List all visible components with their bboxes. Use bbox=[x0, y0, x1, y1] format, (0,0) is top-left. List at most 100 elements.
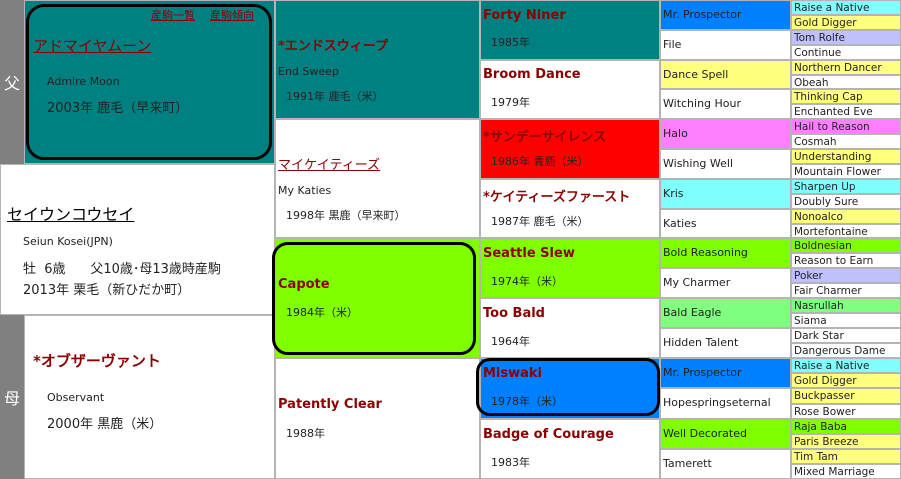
gen4-cell-4: Halo bbox=[660, 119, 791, 149]
gen5-name: Mortefontaine bbox=[794, 226, 868, 238]
gen3-name: Forty Niner bbox=[483, 8, 566, 23]
gen5-name: Raise a Native bbox=[794, 2, 870, 14]
gen4-name: Mr. Prospector bbox=[663, 366, 742, 379]
gen5-cell-9: Cosmah bbox=[791, 134, 901, 149]
gen4-cell-6: Kris bbox=[660, 179, 791, 209]
gen5-cell-14: Nonoalco bbox=[791, 209, 901, 224]
gen5-cell-25: Gold Digger bbox=[791, 373, 901, 388]
sire-side-label: 父 bbox=[0, 0, 24, 164]
gen4-cell-11: Hidden Talent bbox=[660, 328, 791, 358]
gen5-name: Raise a Native bbox=[794, 360, 870, 372]
dam-info: 2000年 黒鹿（米） bbox=[47, 417, 163, 432]
sire-cell: 産駒一覧 産駒傾向 アドマイヤムーン Admire Moon 2003年 鹿毛（… bbox=[24, 0, 275, 164]
gen4-name: Kris bbox=[663, 187, 684, 200]
gen3-info: 1979年 bbox=[491, 96, 530, 109]
gen3-cell-2: *サンデーサイレンス 1986年 青鹿（米） bbox=[480, 119, 660, 179]
gen5-cell-21: Siama bbox=[791, 313, 901, 328]
subject-cell: セイウンコウセイ Seiun Kosei(JPN) 牡 6歳 父10歳･母13歳… bbox=[0, 164, 275, 315]
gen5-name: Northern Dancer bbox=[794, 62, 882, 74]
gen2-info: 1998年 黒鹿（早来町） bbox=[286, 209, 406, 222]
gen5-cell-18: Poker bbox=[791, 268, 901, 283]
gen5-name: Tim Tam bbox=[794, 451, 838, 463]
gen3-info: 1974年（米） bbox=[491, 275, 563, 288]
gen4-name: Dance Spell bbox=[663, 68, 729, 81]
sire-links: 産駒一覧 産駒傾向 bbox=[151, 7, 254, 23]
gen3-info: 1987年 鹿毛（米） bbox=[491, 215, 589, 228]
dam-name-en: Observant bbox=[47, 391, 105, 404]
gen2-cell-2: Capote 1984年（米） bbox=[275, 238, 480, 358]
gen5-cell-10: Understanding bbox=[791, 149, 901, 164]
gen4-cell-13: Hopespringseternal bbox=[660, 388, 791, 419]
gen2-cell-1: マイケイティーズ My Katies 1998年 黒鹿（早来町） bbox=[275, 119, 480, 238]
dam-name: *オブザーヴァント bbox=[33, 352, 161, 370]
gen3-name: *ケイティーズファースト bbox=[483, 190, 631, 205]
gen3-name: Miswaki bbox=[483, 366, 543, 381]
gen4-name: File bbox=[663, 38, 682, 51]
gen2-info: 1984年（米） bbox=[286, 306, 358, 319]
gen3-info: 1983年 bbox=[491, 456, 530, 469]
gen5-cell-17: Reason to Earn bbox=[791, 253, 901, 268]
gen5-cell-1: Gold Digger bbox=[791, 15, 901, 30]
gen5-name: Paris Breeze bbox=[794, 436, 859, 448]
gen5-name: Nasrullah bbox=[794, 300, 844, 312]
gen5-name: Hail to Reason bbox=[794, 121, 870, 133]
gen3-name: Seattle Slew bbox=[483, 246, 575, 261]
gen4-name: Hidden Talent bbox=[663, 336, 739, 349]
gen5-cell-24: Raise a Native bbox=[791, 358, 901, 373]
gen5-cell-20: Nasrullah bbox=[791, 298, 901, 313]
gen5-name: Nonoalco bbox=[794, 211, 843, 223]
subject-line2: 2013年 栗毛（新ひだか町） bbox=[23, 283, 191, 298]
gen3-cell-7: Badge of Courage 1983年 bbox=[480, 419, 660, 479]
gen5-name: Understanding bbox=[794, 151, 872, 163]
gen5-name: Continue bbox=[794, 47, 842, 59]
gen5-cell-3: Continue bbox=[791, 45, 901, 60]
gen5-cell-16: Boldnesian bbox=[791, 238, 901, 253]
gen4-cell-7: Katies bbox=[660, 209, 791, 238]
gen4-name: Tamerett bbox=[663, 457, 712, 470]
gen5-cell-15: Mortefontaine bbox=[791, 224, 901, 238]
gen5-name: Thinking Cap bbox=[794, 91, 863, 103]
gen4-cell-8: Bold Reasoning bbox=[660, 238, 791, 268]
gen4-cell-1: File bbox=[660, 30, 791, 60]
gen5-name: Tom Rolfe bbox=[794, 32, 845, 44]
gen4-cell-5: Wishing Well bbox=[660, 149, 791, 179]
gen4-name: Well Decorated bbox=[663, 427, 747, 440]
gen2-name-en: End Sweep bbox=[278, 65, 339, 78]
subject-name-en: Seiun Kosei(JPN) bbox=[23, 235, 113, 248]
gen2-name: Capote bbox=[278, 277, 330, 292]
gen5-cell-23: Dangerous Dame bbox=[791, 343, 901, 358]
gen2-info: 1988年 bbox=[286, 427, 325, 440]
gen5-cell-30: Tim Tam bbox=[791, 449, 901, 464]
sire-info: 2003年 鹿毛（早来町） bbox=[47, 101, 189, 116]
gen3-info: 1985年 bbox=[491, 36, 530, 49]
gen5-name: Raja Baba bbox=[794, 421, 847, 433]
gen3-name: Too Bald bbox=[483, 306, 545, 321]
gen5-cell-22: Dark Star bbox=[791, 328, 901, 343]
gen4-cell-12: Mr. Prospector bbox=[660, 358, 791, 388]
gen3-info: 1978年（米） bbox=[491, 395, 563, 408]
gen4-name: Katies bbox=[663, 217, 697, 230]
offspring-trend-link[interactable]: 産駒傾向 bbox=[210, 9, 254, 22]
sire-name-link[interactable]: アドマイヤムーン bbox=[33, 35, 151, 56]
gen3-cell-4: Seattle Slew 1974年（米） bbox=[480, 238, 660, 298]
gen5-name: Rose Bower bbox=[794, 406, 856, 418]
gen2-cell-0: *エンドスウィープ End Sweep 1991年 鹿毛（米） bbox=[275, 0, 480, 119]
gen3-info: 1964年 bbox=[491, 335, 530, 348]
gen3-cell-0: Forty Niner 1985年 bbox=[480, 0, 660, 60]
gen5-name: Dangerous Dame bbox=[794, 345, 886, 357]
gen5-cell-26: Buckpasser bbox=[791, 388, 901, 404]
gen5-name: Gold Digger bbox=[794, 17, 857, 29]
gen5-cell-8: Hail to Reason bbox=[791, 119, 901, 134]
gen5-name: Obeah bbox=[794, 77, 829, 89]
gen2-name: Patently Clear bbox=[278, 397, 382, 412]
gen4-cell-0: Mr. Prospector bbox=[660, 0, 791, 30]
gen5-cell-5: Obeah bbox=[791, 75, 901, 89]
gen5-name: Doubly Sure bbox=[794, 196, 859, 208]
subject-name[interactable]: セイウンコウセイ bbox=[7, 201, 134, 225]
gen2-name-link[interactable]: マイケイティーズ bbox=[278, 154, 380, 173]
gen5-cell-19: Fair Charmer bbox=[791, 283, 901, 298]
offspring-list-link[interactable]: 産駒一覧 bbox=[151, 9, 195, 22]
gen3-cell-6: Miswaki 1978年（米） bbox=[480, 358, 660, 419]
gen3-cell-1: Broom Dance 1979年 bbox=[480, 60, 660, 119]
gen5-cell-11: Mountain Flower bbox=[791, 164, 901, 179]
